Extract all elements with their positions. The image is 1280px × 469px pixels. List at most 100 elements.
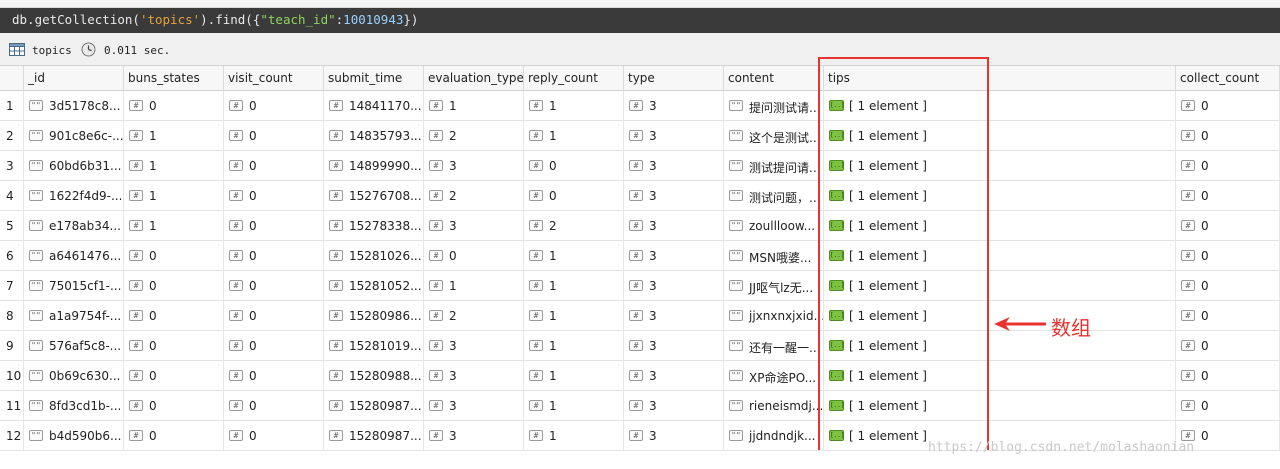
cell-buns-states[interactable]: #0 [124,421,224,451]
cell-type[interactable]: #3 [624,91,724,121]
cell-buns-states[interactable]: #1 [124,151,224,181]
cell-id[interactable]: "" 0b69c630... [24,361,124,391]
cell-submit-time[interactable]: #15280988... [324,361,424,391]
cell-buns-states[interactable]: #0 [124,391,224,421]
cell-evaluation-type[interactable]: #1 [424,91,524,121]
cell-content[interactable]: "" rieneismdj... [724,391,824,421]
cell-type[interactable]: #3 [624,181,724,211]
cell-buns-states[interactable]: #1 [124,181,224,211]
cell-reply-count[interactable]: #1 [524,361,624,391]
cell-collect-count[interactable]: #0 [1176,211,1280,241]
cell-visit-count[interactable]: #0 [224,121,324,151]
cell-visit-count[interactable]: #0 [224,391,324,421]
cell-submit-time[interactable]: #14899990... [324,151,424,181]
cell-collect-count[interactable]: #0 [1176,181,1280,211]
cell-reply-count[interactable]: #1 [524,391,624,421]
cell-type[interactable]: #3 [624,331,724,361]
cell-collect-count[interactable]: #0 [1176,241,1280,271]
cell-id[interactable]: "" 3d5178c8... [24,91,124,121]
cell-type[interactable]: #3 [624,211,724,241]
cell-content[interactable]: "" 测试提问请... [724,151,824,181]
query-bar[interactable]: db.getCollection('topics').find({"teach_… [0,8,1280,33]
cell-content[interactable]: "" 提问测试请... [724,91,824,121]
column-header-visit-count[interactable]: visit_count [224,66,324,91]
cell-collect-count[interactable]: #0 [1176,391,1280,421]
cell-visit-count[interactable]: #0 [224,151,324,181]
cell-visit-count[interactable]: #0 [224,91,324,121]
query-text[interactable]: db.getCollection('topics').find({"teach_… [12,12,418,27]
cell-submit-time[interactable]: #15278338... [324,211,424,241]
table-row[interactable]: 3 "" 60bd6b31... #1 #0 #14899990... #3 #0 #3 "" 测试… [0,151,1280,181]
cell-submit-time[interactable]: #15281019... [324,331,424,361]
cell-reply-count[interactable]: #1 [524,301,624,331]
column-header-collect-count[interactable]: collect_count [1176,66,1280,91]
cell-collect-count[interactable]: #0 [1176,331,1280,361]
cell-id[interactable]: "" 901c8e6c-... [24,121,124,151]
table-row[interactable]: 5 "" e178ab34... #1 #0 #15278338... #3 #2 #3 "" zo… [0,211,1280,241]
cell-visit-count[interactable]: #0 [224,271,324,301]
cell-evaluation-type[interactable]: #3 [424,151,524,181]
cell-id[interactable]: "" b4d590b6... [24,421,124,451]
cell-type[interactable]: #3 [624,301,724,331]
cell-collect-count[interactable]: #0 [1176,91,1280,121]
column-header-type[interactable]: type [624,66,724,91]
cell-id[interactable]: "" 1622f4d9-... [24,181,124,211]
cell-reply-count[interactable]: #0 [524,151,624,181]
cell-evaluation-type[interactable]: #2 [424,121,524,151]
cell-reply-count[interactable]: #1 [524,121,624,151]
cell-collect-count[interactable]: #0 [1176,301,1280,331]
cell-content[interactable]: "" JJ呕气lz无... [724,271,824,301]
cell-id[interactable]: "" 576af5c8-... [24,331,124,361]
cell-id[interactable]: "" 60bd6b31... [24,151,124,181]
table-row[interactable]: 10 "" 0b69c630... #0 #0 #15280988... #3 #1 #3 "" X… [0,361,1280,391]
column-header-buns-states[interactable]: buns_states [124,66,224,91]
column-header-reply-count[interactable]: reply_count [524,66,624,91]
cell-buns-states[interactable]: #0 [124,361,224,391]
cell-reply-count[interactable]: #1 [524,421,624,451]
cell-visit-count[interactable]: #0 [224,181,324,211]
cell-reply-count[interactable]: #2 [524,211,624,241]
cell-submit-time[interactable]: #15281052... [324,271,424,301]
cell-submit-time[interactable]: #15280987... [324,391,424,421]
cell-visit-count[interactable]: #0 [224,421,324,451]
column-header-submit-time[interactable]: submit_time [324,66,424,91]
cell-submit-time[interactable]: #15281026... [324,241,424,271]
cell-content[interactable]: "" jjxnxnxjxid... [724,301,824,331]
cell-type[interactable]: #3 [624,151,724,181]
table-row[interactable]: 7 "" 75015cf1-... #0 #0 #15281052... #1 #1 #3 "" J… [0,271,1280,301]
cell-evaluation-type[interactable]: #0 [424,241,524,271]
cell-id[interactable]: "" 8fd3cd1b-... [24,391,124,421]
cell-evaluation-type[interactable]: #3 [424,391,524,421]
cell-type[interactable]: #3 [624,241,724,271]
cell-reply-count[interactable]: #1 [524,241,624,271]
cell-reply-count[interactable]: #0 [524,181,624,211]
cell-content[interactable]: "" 测试问题，... [724,181,824,211]
cell-evaluation-type[interactable]: #3 [424,361,524,391]
cell-submit-time[interactable]: #15276708... [324,181,424,211]
table-row[interactable]: 1 "" 3d5178c8... #0 #0 #14841170... #1 #1 #3 "" 提问… [0,91,1280,121]
cell-type[interactable]: #3 [624,121,724,151]
cell-content[interactable]: "" zoullloow... [724,211,824,241]
cell-evaluation-type[interactable]: #3 [424,421,524,451]
cell-reply-count[interactable]: #1 [524,331,624,361]
grid-rows[interactable]: 1 "" 3d5178c8... #0 #0 #14841170... #1 #1 #3 "" 提问… [0,91,1280,451]
column-header-content[interactable]: content [724,66,824,91]
cell-submit-time[interactable]: #15280987... [324,421,424,451]
cell-buns-states[interactable]: #1 [124,121,224,151]
cell-reply-count[interactable]: #1 [524,271,624,301]
cell-content[interactable]: "" XP命途PO... [724,361,824,391]
cell-submit-time[interactable]: #14841170... [324,91,424,121]
cell-collect-count[interactable]: #0 [1176,271,1280,301]
table-row[interactable]: 11 "" 8fd3cd1b-... #0 #0 #15280987... #3 #1 #3 ""… [0,391,1280,421]
cell-type[interactable]: #3 [624,391,724,421]
column-header-id[interactable]: _id [24,66,124,91]
cell-evaluation-type[interactable]: #1 [424,271,524,301]
cell-content[interactable]: "" jjdndndjk... [724,421,824,451]
cell-content[interactable]: "" 这个是测试... [724,121,824,151]
cell-id[interactable]: "" e178ab34... [24,211,124,241]
cell-buns-states[interactable]: #0 [124,331,224,361]
cell-visit-count[interactable]: #0 [224,301,324,331]
cell-buns-states[interactable]: #1 [124,211,224,241]
cell-buns-states[interactable]: #0 [124,301,224,331]
cell-evaluation-type[interactable]: #2 [424,301,524,331]
